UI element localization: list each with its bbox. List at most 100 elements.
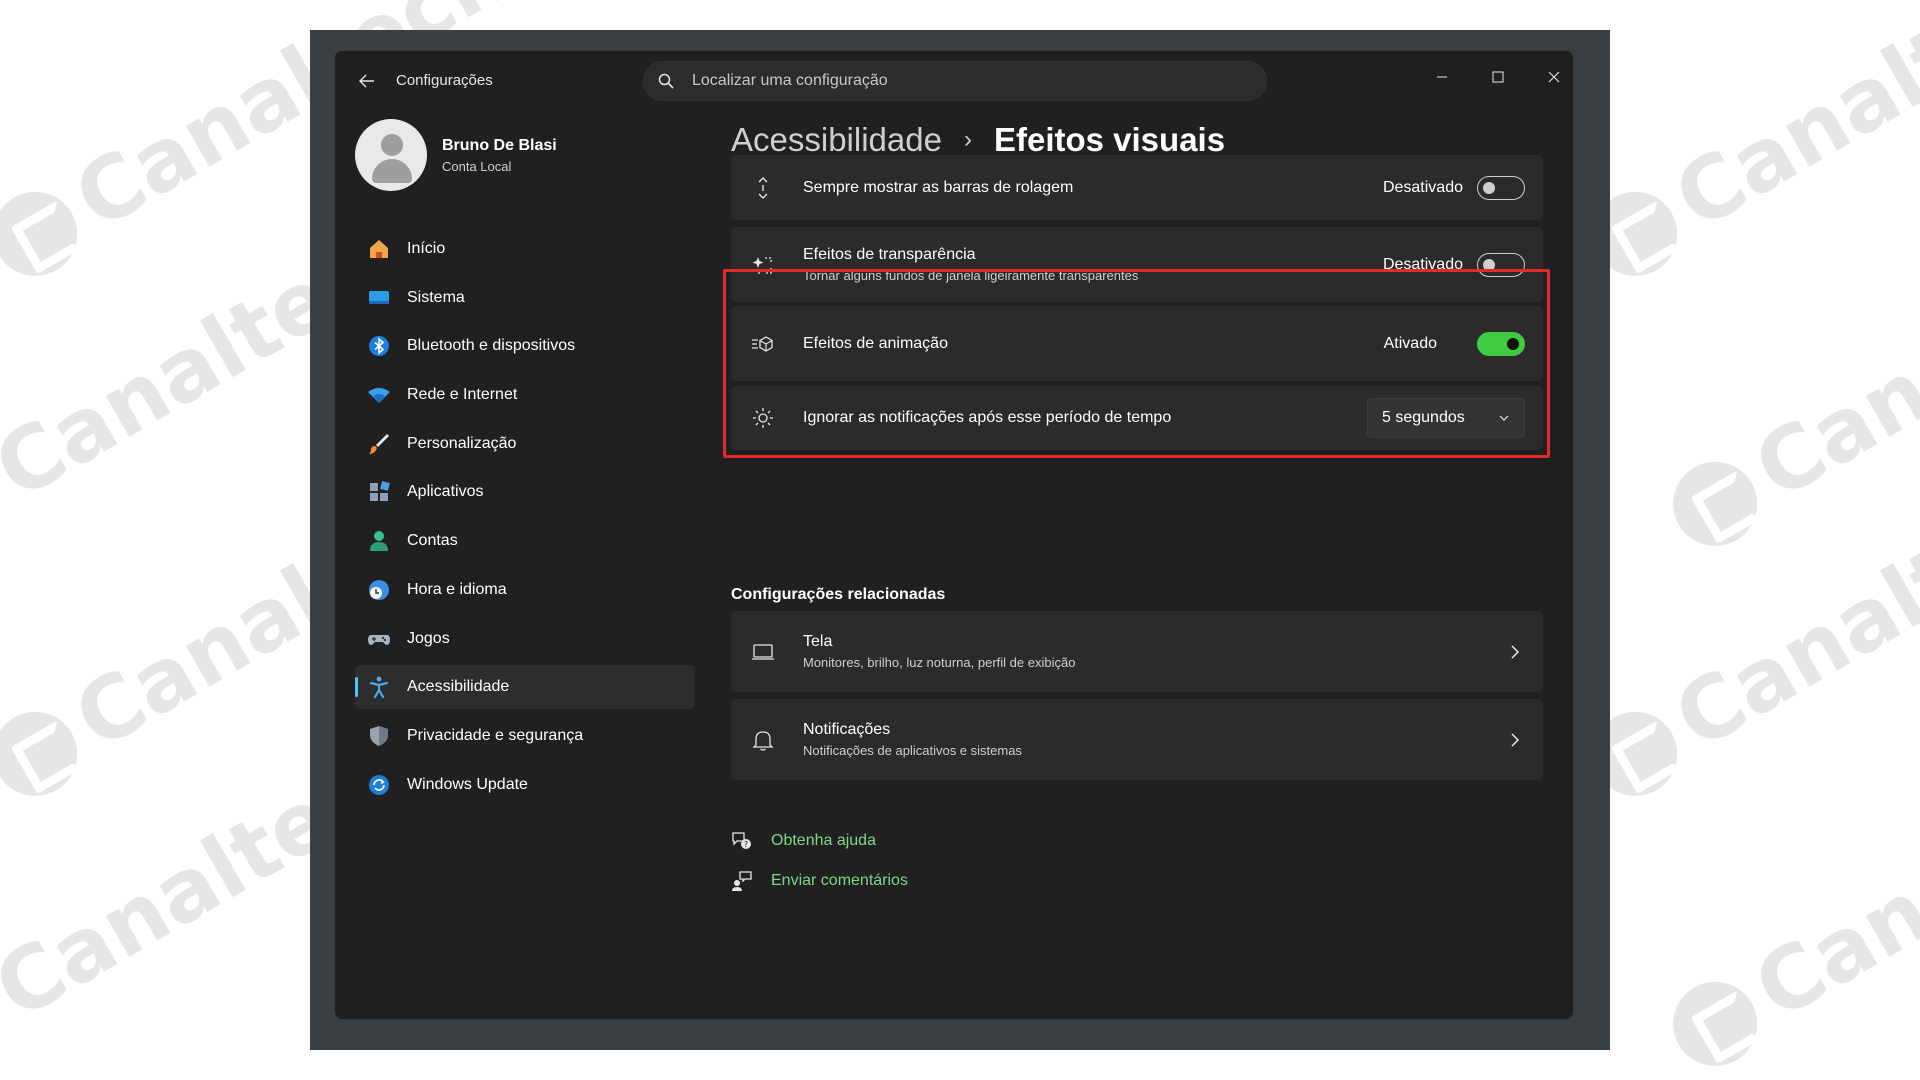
- svg-text:?: ?: [744, 840, 748, 849]
- sidebar-item-label: Rede e Internet: [407, 386, 518, 404]
- chevron-right-icon: [1505, 730, 1525, 750]
- watermark-logo: [0, 446, 13, 562]
- toggle-knob: [1507, 337, 1519, 350]
- close-button[interactable]: [1531, 59, 1573, 95]
- sidebar-item-privacidade[interactable]: Privacidade e segurança: [355, 714, 695, 758]
- maximize-button[interactable]: [1475, 59, 1521, 95]
- send-feedback-link[interactable]: Enviar comentários: [731, 861, 908, 901]
- chevron-down-icon: [1499, 415, 1509, 421]
- sidebar-item-contas[interactable]: Contas: [355, 519, 695, 563]
- setting-title: Efeitos de transparência: [803, 246, 976, 263]
- scrollbars-toggle[interactable]: [1477, 175, 1525, 200]
- watermark-logo: [1657, 446, 1773, 562]
- app-title: Configurações: [396, 72, 493, 89]
- watermark: Canaltech: [1574, 0, 1920, 298]
- feedback-icon: [732, 871, 752, 891]
- search-input[interactable]: Localizar uma configuração: [692, 72, 888, 90]
- watermark: Canaltech: [1574, 442, 1920, 818]
- accessibility-icon: [367, 675, 391, 699]
- sidebar-item-label: Início: [407, 240, 446, 257]
- dropdown-value: 5 segundos: [1382, 409, 1465, 426]
- watermark-logo: [1657, 966, 1773, 1080]
- home-icon: [367, 237, 391, 261]
- person-icon: [367, 529, 391, 553]
- profile-name: Bruno De Blasi: [442, 136, 557, 154]
- user-profile[interactable]: Bruno De Blasi Conta Local: [355, 119, 557, 191]
- maximize-icon: [1492, 71, 1504, 83]
- sidebar-item-personalizacao[interactable]: Personalização: [355, 422, 695, 466]
- setting-title: Efeitos de animação: [803, 334, 948, 352]
- sidebar-item-label: Hora e idioma: [407, 580, 507, 598]
- transparency-toggle[interactable]: [1477, 252, 1525, 277]
- settings-window: Configurações Localizar uma configuração…: [334, 50, 1574, 1020]
- setting-transparency: Efeitos de transparência Tornar alguns f…: [731, 227, 1543, 302]
- setting-notification-timeout: Ignorar as notificações após esse períod…: [731, 386, 1543, 450]
- related-item-notificacoes[interactable]: Notificações Notificações de aplicativos…: [731, 699, 1543, 780]
- sidebar-item-sistema[interactable]: Sistema: [355, 276, 695, 320]
- laptop-icon: [751, 640, 775, 664]
- chevron-right-icon: [1505, 642, 1525, 662]
- setting-title: Sempre mostrar as barras de rolagem: [803, 178, 1074, 196]
- related-description: Notificações de aplicativos e sistemas: [803, 743, 1022, 758]
- minimize-button[interactable]: [1419, 59, 1465, 95]
- watermark-logo: [0, 966, 13, 1080]
- sidebar-item-bluetooth[interactable]: Bluetooth e dispositivos: [355, 324, 695, 368]
- watermark-logo: [0, 696, 93, 812]
- bell-icon: [751, 728, 775, 752]
- sidebar-item-aplicativos[interactable]: Aplicativos: [355, 470, 695, 514]
- sidebar-item-label: Bluetooth e dispositivos: [407, 337, 576, 355]
- related-item-tela[interactable]: Tela Monitores, brilho, luz noturna, per…: [731, 611, 1543, 692]
- setting-description: Tornar alguns fundos de janela ligeirame…: [803, 268, 1139, 283]
- link-label: Enviar comentários: [771, 872, 908, 889]
- help-chat-icon: ?: [732, 832, 751, 849]
- toggle-state-label: Desativado: [1382, 255, 1463, 273]
- animation-effects-icon: [751, 332, 775, 356]
- toggle-knob: [1483, 258, 1495, 271]
- sidebar-item-label: Personalização: [407, 434, 517, 452]
- related-description: Monitores, brilho, luz noturna, perfil d…: [803, 655, 1076, 670]
- transparency-sparkle-icon: [751, 253, 775, 277]
- search-box[interactable]: Localizar uma configuração: [643, 61, 1267, 101]
- back-button[interactable]: [353, 69, 381, 93]
- avatar: [355, 119, 427, 191]
- profile-account-type: Conta Local: [442, 158, 512, 174]
- wifi-icon: [367, 383, 391, 407]
- animation-toggle[interactable]: [1477, 331, 1525, 356]
- timeout-dropdown[interactable]: 5 segundos: [1367, 398, 1525, 438]
- close-icon: [1548, 71, 1560, 83]
- sidebar-item-rede[interactable]: Rede e Internet: [355, 373, 695, 417]
- watermark: Canaltech: [1654, 712, 1920, 1080]
- toggle-state-label: Ativado: [1383, 334, 1437, 352]
- sidebar-item-inicio[interactable]: Início: [355, 227, 695, 271]
- setting-title: Ignorar as notificações após esse períod…: [803, 409, 1172, 426]
- refresh-icon: [367, 773, 391, 797]
- gamepad-icon: [367, 627, 391, 651]
- sidebar-item-acessibilidade[interactable]: Acessibilidade: [355, 665, 695, 710]
- link-label: Obtenha ajuda: [771, 832, 876, 849]
- globe-clock-icon: [367, 578, 391, 602]
- sidebar-item-windows-update[interactable]: Windows Update: [355, 763, 695, 807]
- toggle-state-label: Desativado: [1382, 178, 1463, 196]
- scrollbar-arrows-icon: [751, 176, 775, 200]
- breadcrumb-parent[interactable]: Acessibilidade: [731, 121, 942, 159]
- related-title: Notificações: [803, 721, 891, 738]
- watermark-logo: [0, 176, 93, 292]
- sidebar-item-hora-idioma[interactable]: Hora e idioma: [355, 568, 695, 612]
- setting-animation: Efeitos de animação Ativado: [731, 306, 1543, 381]
- setting-scrollbars: Sempre mostrar as barras de rolagem Desa…: [731, 155, 1543, 220]
- get-help-link[interactable]: ? Obtenha ajuda: [731, 821, 908, 861]
- breadcrumb: Acessibilidade › Efeitos visuais: [731, 121, 1225, 159]
- sidebar-item-label: Jogos: [407, 629, 450, 647]
- sidebar-item-label: Sistema: [407, 288, 465, 306]
- apps-icon: [367, 480, 391, 504]
- watermark: Canaltech: [1654, 192, 1920, 568]
- bluetooth-icon: [367, 334, 391, 358]
- display-icon: [367, 286, 391, 310]
- related-settings-title: Configurações relacionadas: [731, 586, 946, 603]
- sidebar-item-label: Acessibilidade: [407, 678, 510, 696]
- help-links: ? Obtenha ajuda Enviar comentários: [731, 821, 908, 901]
- sidebar-item-jogos[interactable]: Jogos: [355, 617, 695, 661]
- brush-icon: [367, 432, 391, 456]
- brightness-sun-icon: [751, 406, 775, 430]
- toggle-knob: [1483, 181, 1495, 194]
